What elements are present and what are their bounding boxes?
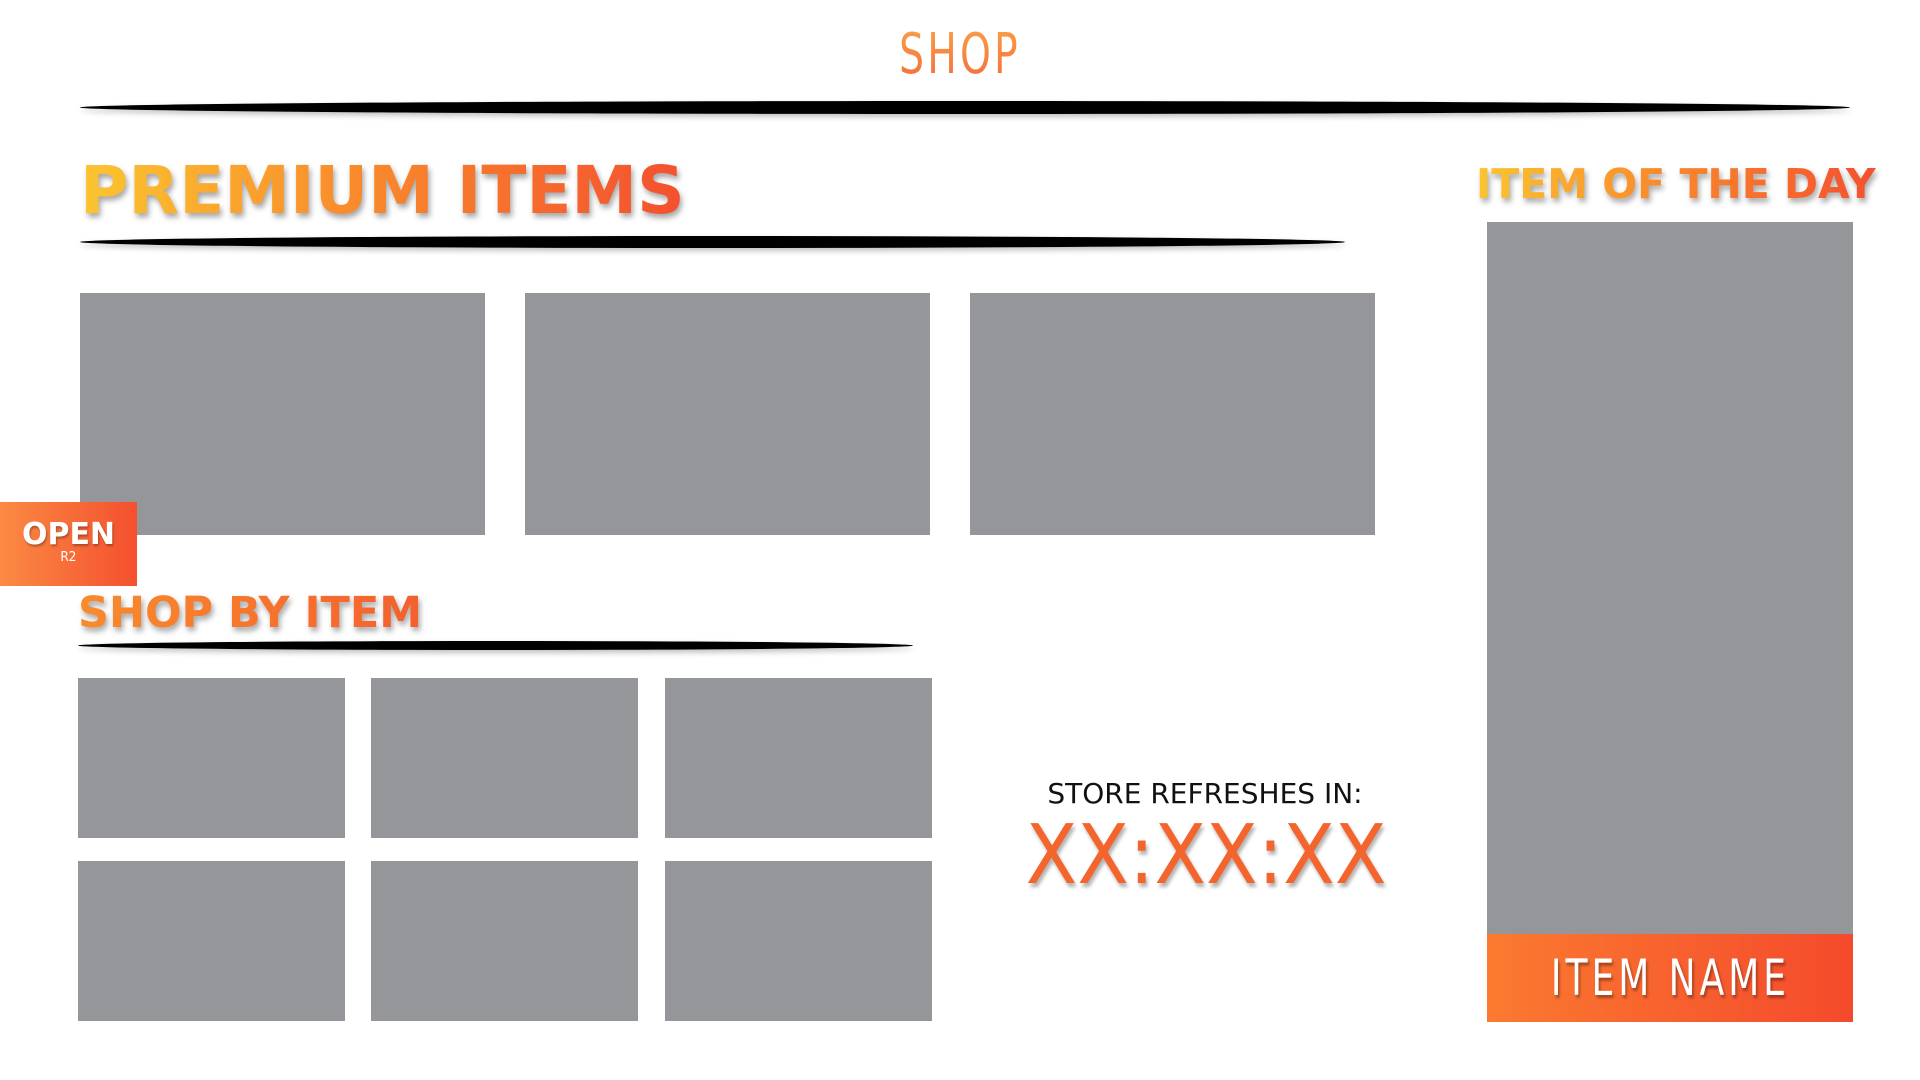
shop-screen: SHOP PREMIUM ITEMS OPEN R2 SHOP BY ITEM … — [0, 0, 1920, 1080]
premium-items-heading: PREMIUM ITEMS — [80, 152, 685, 229]
premium-items-divider — [80, 236, 1345, 248]
shop-item-slot-6[interactable] — [665, 861, 932, 1021]
item-of-the-day-name: ITEM NAME — [1550, 949, 1790, 1007]
store-refresh-label: STORE REFRESHES IN: — [1047, 777, 1363, 810]
shop-item-slot-5[interactable] — [371, 861, 638, 1021]
item-of-the-day-image[interactable] — [1487, 222, 1853, 934]
shop-item-slot-2[interactable] — [371, 678, 638, 838]
open-button-label: OPEN — [21, 517, 116, 552]
shop-item-slot-3[interactable] — [665, 678, 932, 838]
r2-key-hint: R2 — [60, 550, 77, 565]
item-of-the-day-name-button[interactable]: ITEM NAME — [1487, 934, 1853, 1022]
premium-item-slot-2[interactable] — [525, 293, 930, 535]
premium-item-slot-3[interactable] — [970, 293, 1375, 535]
shop-by-item-divider — [78, 641, 913, 650]
shop-by-item-heading: SHOP BY ITEM — [78, 588, 423, 638]
shop-item-slot-1[interactable] — [78, 678, 345, 838]
open-button[interactable]: OPEN R2 — [0, 502, 137, 586]
shop-item-slot-4[interactable] — [78, 861, 345, 1021]
item-of-the-day-heading: ITEM OF THE DAY — [1476, 160, 1876, 208]
title-divider — [80, 101, 1850, 114]
premium-item-slot-1[interactable] — [80, 293, 485, 535]
page-title: SHOP — [211, 22, 1709, 87]
store-refresh-timer: XX:XX:XX — [1025, 808, 1387, 903]
